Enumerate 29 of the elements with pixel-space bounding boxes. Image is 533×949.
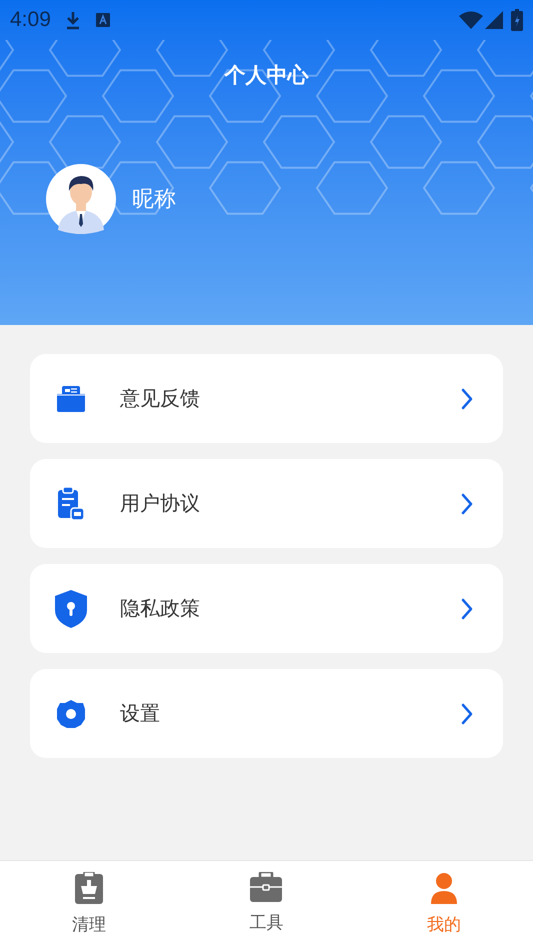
menu-label: 设置	[120, 702, 161, 726]
download-icon	[64, 10, 81, 30]
inbox-icon	[56, 386, 86, 412]
signal-icon	[485, 11, 503, 29]
chevron-right-icon	[461, 598, 473, 620]
menu-label: 用户协议	[120, 492, 201, 516]
chevron-right-icon	[461, 492, 473, 514]
briefcase-icon	[250, 872, 282, 902]
menu-label: 隐私政策	[120, 596, 201, 622]
person-icon	[429, 872, 460, 904]
nav-tab[interactable]: 清理	[0, 861, 178, 949]
chevron-right-icon	[461, 702, 473, 724]
wifi-icon	[459, 11, 483, 29]
keyboard-icon	[94, 12, 111, 28]
battery-icon	[511, 9, 523, 31]
nav-tab[interactable]: 工具	[178, 861, 356, 949]
menu-item[interactable]: 意见反馈	[30, 354, 503, 443]
gear-icon	[56, 698, 86, 728]
shield-icon	[55, 590, 87, 628]
menu-item[interactable]: 设置	[30, 669, 503, 758]
page-title: 个人中心	[224, 62, 308, 89]
chevron-right-icon	[461, 388, 473, 410]
avatar-icon[interactable]	[46, 164, 116, 234]
status-time: 4:09	[10, 7, 51, 34]
menu-item[interactable]: 用户协议	[30, 459, 503, 548]
menu-item[interactable]: 隐私政策	[30, 564, 503, 653]
menu-label: 意见反馈	[120, 386, 201, 412]
clipboard-brush-icon	[74, 872, 103, 904]
clipboard-icon	[56, 486, 86, 520]
